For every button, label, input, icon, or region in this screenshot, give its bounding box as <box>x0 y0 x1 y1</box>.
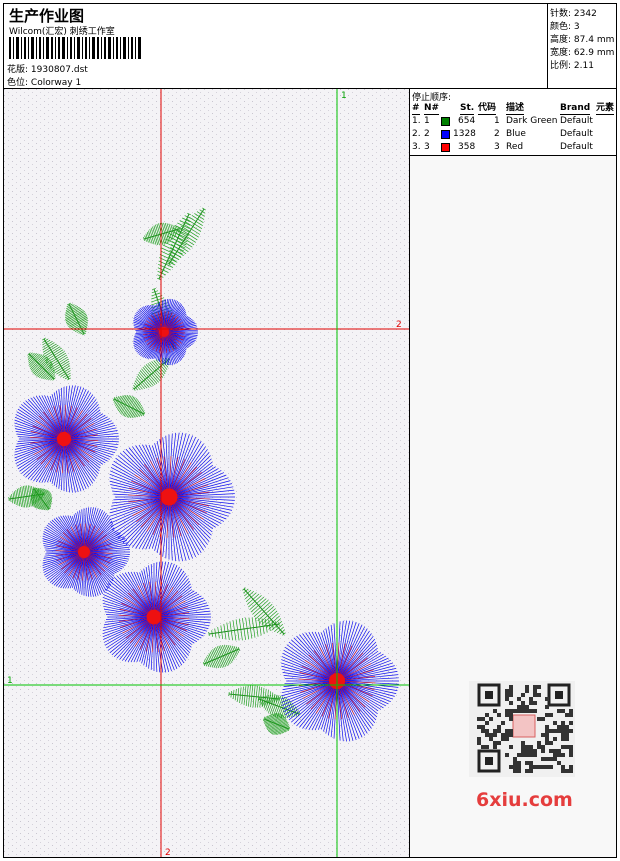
colorway-name: Colorway 1 <box>30 78 82 88</box>
color-swatch <box>441 143 450 152</box>
company-name: Wilcom(汇宏) 刺绣工作室 <box>9 27 115 37</box>
stop-sequence-title: 停止顺序: <box>412 93 452 103</box>
watermark: 6xiu.com <box>476 789 573 811</box>
stitches-value: 2342 <box>573 9 597 19</box>
col-desc: 描述 <box>506 103 525 115</box>
height-value: 87.4 mm <box>573 35 615 45</box>
col-hash: # <box>412 103 420 115</box>
file-line: 花版: 1930807.dst <box>7 62 88 75</box>
marker-v2: 2 <box>165 848 171 857</box>
marker-v1: 1 <box>341 91 347 101</box>
scale-value: 2.11 <box>573 61 594 71</box>
color-swatch <box>441 130 450 139</box>
scale-row: 比例: 2.11 <box>550 61 594 71</box>
qr-code <box>469 681 575 777</box>
stitches-row: 针数: 2342 <box>550 9 597 19</box>
col-code: 代码 <box>478 103 497 115</box>
stop-sequence-table: 停止顺序: # N# St. 代码 描述 Brand 元素 1. 1 654 1… <box>410 89 616 156</box>
file-name: 1930807.dst <box>30 65 88 75</box>
col-elements: 元素 <box>596 103 615 115</box>
colorway-label: 色位: <box>7 78 29 88</box>
color-swatch <box>441 117 450 126</box>
embroidery-preview: 1 2 1 2 <box>4 89 409 857</box>
barcode <box>9 37 143 59</box>
colorway-line: 色位: Colorway 1 <box>7 75 81 88</box>
width-value: 62.9 mm <box>573 48 615 58</box>
colors-row: 颜色: 3 <box>550 22 580 32</box>
marker-h2: 2 <box>396 320 402 330</box>
design-canvas[interactable]: 1 2 1 2 <box>4 89 410 857</box>
width-row: 宽度: 62.9 mm <box>550 48 615 58</box>
col-brand: Brand <box>560 103 591 115</box>
col-st: St. <box>460 103 475 115</box>
header-panel: 生产作业图 Wilcom(汇宏) 刺绣工作室 花版: 1930807.dst 色… <box>4 4 547 89</box>
col-no: N# <box>424 103 440 115</box>
height-row: 高度: 87.4 mm <box>550 35 615 45</box>
stats-panel: 针数: 2342 颜色: 3 高度: 87.4 mm 宽度: 62.9 mm 比… <box>547 4 617 89</box>
colors-value: 3 <box>573 22 580 32</box>
marker-h1: 1 <box>7 676 13 686</box>
file-label: 花版: <box>7 65 29 75</box>
page-title: 生产作业图 <box>9 7 85 25</box>
